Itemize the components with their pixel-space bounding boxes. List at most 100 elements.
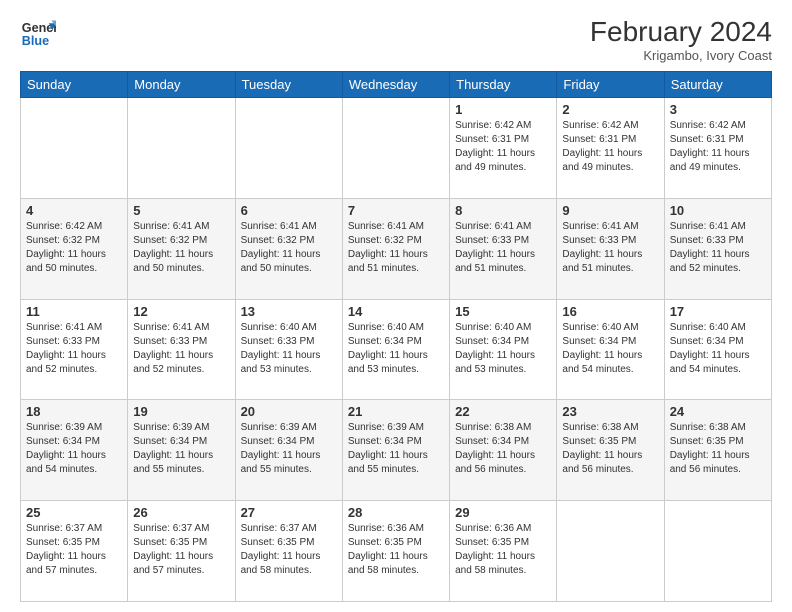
week-row-3: 11 Sunrise: 6:41 AM Sunset: 6:33 PM Dayli… [21, 299, 772, 400]
table-row: 6 Sunrise: 6:41 AM Sunset: 6:32 PM Daylig… [235, 198, 342, 299]
day-number: 28 [348, 505, 444, 520]
day-number: 25 [26, 505, 122, 520]
table-row: 7 Sunrise: 6:41 AM Sunset: 6:32 PM Daylig… [342, 198, 449, 299]
day-number: 29 [455, 505, 551, 520]
location: Krigambo, Ivory Coast [590, 48, 772, 63]
day-info: Sunrise: 6:39 AM Sunset: 6:34 PM Dayligh… [348, 421, 444, 477]
day-number: 26 [133, 505, 229, 520]
day-info: Sunrise: 6:41 AM Sunset: 6:32 PM Dayligh… [133, 220, 229, 276]
day-info: Sunrise: 6:39 AM Sunset: 6:34 PM Dayligh… [133, 421, 229, 477]
table-row: 15 Sunrise: 6:40 AM Sunset: 6:34 PM Dayli… [450, 299, 557, 400]
table-row: 17 Sunrise: 6:40 AM Sunset: 6:34 PM Dayli… [664, 299, 771, 400]
day-info: Sunrise: 6:41 AM Sunset: 6:33 PM Dayligh… [455, 220, 551, 276]
svg-text:Blue: Blue [22, 34, 49, 48]
day-info: Sunrise: 6:36 AM Sunset: 6:35 PM Dayligh… [455, 522, 551, 578]
table-row [21, 98, 128, 199]
day-info: Sunrise: 6:39 AM Sunset: 6:34 PM Dayligh… [26, 421, 122, 477]
table-row: 9Sunrise: 6:41 AM Sunset: 6:33 PM Daylig… [557, 198, 664, 299]
day-number: 12 [133, 304, 229, 319]
day-info: Sunrise: 6:42 AM Sunset: 6:31 PM Dayligh… [562, 119, 658, 175]
week-row-2: 4Sunrise: 6:42 AM Sunset: 6:32 PM Daylig… [21, 198, 772, 299]
table-row: 14 Sunrise: 6:40 AM Sunset: 6:34 PM Dayli… [342, 299, 449, 400]
month-year: February 2024 [590, 16, 772, 48]
table-row: 29 Sunrise: 6:36 AM Sunset: 6:35 PM Dayli… [450, 501, 557, 602]
day-info: Sunrise: 6:41 AM Sunset: 6:33 PM Dayligh… [133, 321, 229, 377]
day-number: 14 [348, 304, 444, 319]
day-number: 10 [670, 203, 766, 218]
table-row: 16 Sunrise: 6:40 AM Sunset: 6:34 PM Dayli… [557, 299, 664, 400]
table-row: 3 Sunrise: 6:42 AM Sunset: 6:31 PM Daylig… [664, 98, 771, 199]
col-friday: Friday [557, 72, 664, 98]
table-row: 4Sunrise: 6:42 AM Sunset: 6:32 PM Daylig… [21, 198, 128, 299]
col-sunday: Sunday [21, 72, 128, 98]
day-number: 16 [562, 304, 658, 319]
day-info: Sunrise: 6:41 AM Sunset: 6:33 PM Dayligh… [26, 321, 122, 377]
day-number: 20 [241, 404, 337, 419]
day-number: 13 [241, 304, 337, 319]
table-row: 2 Sunrise: 6:42 AM Sunset: 6:31 PM Daylig… [557, 98, 664, 199]
day-info: Sunrise: 6:42 AM Sunset: 6:32 PM Dayligh… [26, 220, 122, 276]
day-info: Sunrise: 6:39 AM Sunset: 6:34 PM Dayligh… [241, 421, 337, 477]
table-row: 11 Sunrise: 6:41 AM Sunset: 6:33 PM Dayli… [21, 299, 128, 400]
day-info: Sunrise: 6:37 AM Sunset: 6:35 PM Dayligh… [241, 522, 337, 578]
table-row: 10 Sunrise: 6:41 AM Sunset: 6:33 PM Dayli… [664, 198, 771, 299]
day-number: 27 [241, 505, 337, 520]
table-row: 23Sunrise: 6:38 AM Sunset: 6:35 PM Dayli… [557, 400, 664, 501]
header-row: Sunday Monday Tuesday Wednesday Thursday… [21, 72, 772, 98]
day-number: 9 [562, 203, 658, 218]
page: General Blue February 2024 Krigambo, Ivo… [0, 0, 792, 612]
day-info: Sunrise: 6:42 AM Sunset: 6:31 PM Dayligh… [670, 119, 766, 175]
day-info: Sunrise: 6:41 AM Sunset: 6:32 PM Dayligh… [241, 220, 337, 276]
col-wednesday: Wednesday [342, 72, 449, 98]
day-number: 3 [670, 102, 766, 117]
day-info: Sunrise: 6:40 AM Sunset: 6:34 PM Dayligh… [455, 321, 551, 377]
col-thursday: Thursday [450, 72, 557, 98]
table-row: 24Sunrise: 6:38 AM Sunset: 6:35 PM Dayli… [664, 400, 771, 501]
table-row [342, 98, 449, 199]
day-number: 18 [26, 404, 122, 419]
table-row: 5Sunrise: 6:41 AM Sunset: 6:32 PM Daylig… [128, 198, 235, 299]
table-row: 21 Sunrise: 6:39 AM Sunset: 6:34 PM Dayli… [342, 400, 449, 501]
table-row [235, 98, 342, 199]
day-number: 15 [455, 304, 551, 319]
day-number: 7 [348, 203, 444, 218]
day-number: 24 [670, 404, 766, 419]
calendar-table: Sunday Monday Tuesday Wednesday Thursday… [20, 71, 772, 602]
table-row: 8 Sunrise: 6:41 AM Sunset: 6:33 PM Daylig… [450, 198, 557, 299]
table-row: 26 Sunrise: 6:37 AM Sunset: 6:35 PM Dayli… [128, 501, 235, 602]
day-info: Sunrise: 6:40 AM Sunset: 6:33 PM Dayligh… [241, 321, 337, 377]
day-number: 6 [241, 203, 337, 218]
table-row: 27 Sunrise: 6:37 AM Sunset: 6:35 PM Dayli… [235, 501, 342, 602]
table-row: 18 Sunrise: 6:39 AM Sunset: 6:34 PM Dayli… [21, 400, 128, 501]
day-number: 19 [133, 404, 229, 419]
day-info: Sunrise: 6:41 AM Sunset: 6:33 PM Dayligh… [670, 220, 766, 276]
day-info: Sunrise: 6:38 AM Sunset: 6:34 PM Dayligh… [455, 421, 551, 477]
day-info: Sunrise: 6:36 AM Sunset: 6:35 PM Dayligh… [348, 522, 444, 578]
table-row: 22Sunrise: 6:38 AM Sunset: 6:34 PM Dayli… [450, 400, 557, 501]
day-info: Sunrise: 6:40 AM Sunset: 6:34 PM Dayligh… [348, 321, 444, 377]
week-row-4: 18 Sunrise: 6:39 AM Sunset: 6:34 PM Dayli… [21, 400, 772, 501]
week-row-5: 25 Sunrise: 6:37 AM Sunset: 6:35 PM Dayli… [21, 501, 772, 602]
day-number: 21 [348, 404, 444, 419]
col-monday: Monday [128, 72, 235, 98]
day-number: 8 [455, 203, 551, 218]
day-info: Sunrise: 6:37 AM Sunset: 6:35 PM Dayligh… [26, 522, 122, 578]
day-info: Sunrise: 6:40 AM Sunset: 6:34 PM Dayligh… [562, 321, 658, 377]
day-number: 2 [562, 102, 658, 117]
table-row: 28 Sunrise: 6:36 AM Sunset: 6:35 PM Dayli… [342, 501, 449, 602]
logo-icon: General Blue [20, 16, 56, 52]
day-number: 11 [26, 304, 122, 319]
table-row: 20 Sunrise: 6:39 AM Sunset: 6:34 PM Dayli… [235, 400, 342, 501]
day-number: 17 [670, 304, 766, 319]
col-saturday: Saturday [664, 72, 771, 98]
col-tuesday: Tuesday [235, 72, 342, 98]
day-info: Sunrise: 6:37 AM Sunset: 6:35 PM Dayligh… [133, 522, 229, 578]
table-row: 13 Sunrise: 6:40 AM Sunset: 6:33 PM Dayli… [235, 299, 342, 400]
logo: General Blue [20, 16, 56, 52]
day-info: Sunrise: 6:40 AM Sunset: 6:34 PM Dayligh… [670, 321, 766, 377]
table-row: 25 Sunrise: 6:37 AM Sunset: 6:35 PM Dayli… [21, 501, 128, 602]
day-number: 1 [455, 102, 551, 117]
day-info: Sunrise: 6:41 AM Sunset: 6:32 PM Dayligh… [348, 220, 444, 276]
table-row [128, 98, 235, 199]
table-row [664, 501, 771, 602]
